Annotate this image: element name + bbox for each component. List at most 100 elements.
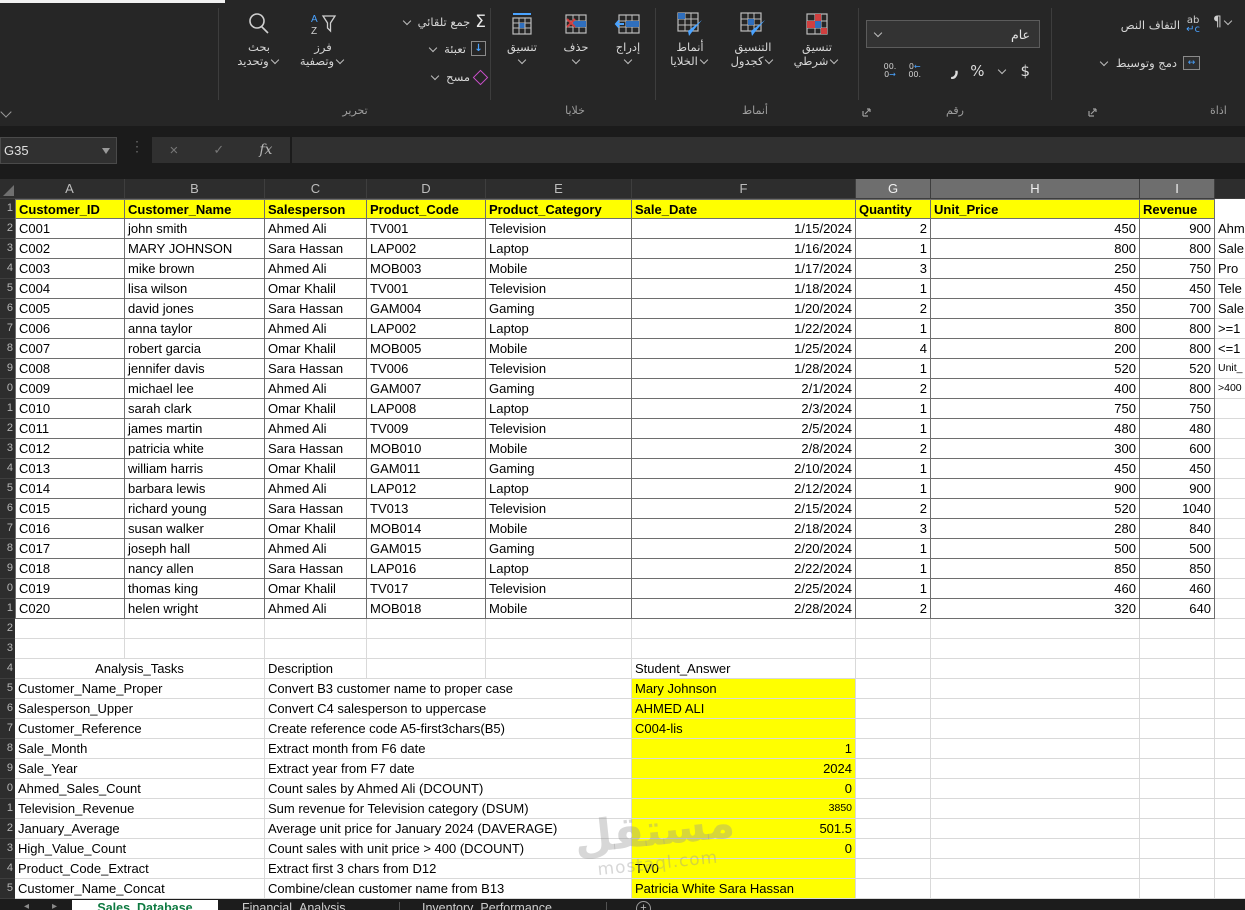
table-cell[interactable]: 2 bbox=[856, 499, 931, 519]
empty-cell[interactable] bbox=[856, 619, 931, 639]
alignment-dialog-launcher-icon[interactable] bbox=[1088, 107, 1098, 117]
table-cell[interactable]: 750 bbox=[1140, 399, 1215, 419]
table-cell[interactable]: C004 bbox=[15, 279, 125, 299]
table-cell[interactable]: joseph hall bbox=[125, 539, 265, 559]
table-cell[interactable]: 2/20/2024 bbox=[632, 539, 856, 559]
increase-decimal-button[interactable]: ←0.00 bbox=[908, 63, 921, 79]
table-cell[interactable]: C014 bbox=[15, 479, 125, 499]
analysis-task-description-cell[interactable]: Convert B3 customer name to proper case bbox=[265, 679, 632, 699]
empty-cell[interactable] bbox=[856, 819, 931, 839]
table-cell[interactable]: 2/8/2024 bbox=[632, 439, 856, 459]
table-cell[interactable]: TV001 bbox=[367, 279, 486, 299]
empty-cell[interactable] bbox=[856, 739, 931, 759]
table-cell[interactable]: 1/20/2024 bbox=[632, 299, 856, 319]
table-cell[interactable]: MOB018 bbox=[367, 599, 486, 619]
sort-filter-button[interactable]: A Z فرز وتصفية bbox=[292, 8, 354, 68]
row-header-13[interactable]: 3 bbox=[0, 439, 15, 459]
table-cell[interactable]: Mobile bbox=[486, 519, 632, 539]
table-cell[interactable]: 1040 bbox=[1140, 499, 1215, 519]
row-header-5[interactable]: 5 bbox=[0, 279, 15, 299]
empty-cell[interactable] bbox=[367, 659, 486, 679]
table-cell[interactable]: Omar Khalil bbox=[265, 399, 367, 419]
decrease-decimal-button[interactable]: .00 →0 bbox=[884, 63, 897, 79]
row-header-10[interactable]: 0 bbox=[0, 379, 15, 399]
empty-cell[interactable] bbox=[1215, 759, 1245, 779]
analysis-task-description-cell[interactable]: Extract month from F6 date bbox=[265, 739, 632, 759]
analysis-answer-header-cell[interactable]: Student_Answer bbox=[632, 659, 856, 679]
table-cell[interactable]: 2 bbox=[856, 599, 931, 619]
table-cell[interactable]: 750 bbox=[1140, 259, 1215, 279]
empty-cell[interactable] bbox=[856, 839, 931, 859]
edge-fragment-cell[interactable]: <=1 bbox=[1215, 339, 1245, 359]
table-cell[interactable]: 350 bbox=[931, 299, 1140, 319]
table-cell[interactable]: 850 bbox=[931, 559, 1140, 579]
name-box[interactable]: G35 bbox=[0, 137, 117, 164]
tab-sales-database[interactable]: Sales_Database bbox=[72, 900, 218, 910]
table-cell[interactable]: 900 bbox=[931, 479, 1140, 499]
column-header-G[interactable]: G bbox=[856, 179, 931, 199]
table-cell[interactable]: 2/12/2024 bbox=[632, 479, 856, 499]
table-header-cell[interactable]: Unit_Price bbox=[931, 199, 1140, 219]
empty-cell[interactable] bbox=[1140, 859, 1215, 879]
table-cell[interactable]: 640 bbox=[1140, 599, 1215, 619]
table-cell[interactable]: james martin bbox=[125, 419, 265, 439]
row-header-24[interactable]: 4 bbox=[0, 659, 15, 679]
add-sheet-icon[interactable]: + bbox=[636, 901, 651, 910]
row-header-33[interactable]: 3 bbox=[0, 839, 15, 859]
table-cell[interactable]: Gaming bbox=[486, 379, 632, 399]
table-cell[interactable]: TV001 bbox=[367, 219, 486, 239]
row-header-20[interactable]: 0 bbox=[0, 579, 15, 599]
column-header-B[interactable]: B bbox=[125, 179, 265, 199]
table-cell[interactable]: Mobile bbox=[486, 339, 632, 359]
empty-cell[interactable] bbox=[1215, 659, 1245, 679]
table-cell[interactable]: TV009 bbox=[367, 419, 486, 439]
table-cell[interactable]: Omar Khalil bbox=[265, 339, 367, 359]
table-cell[interactable]: Sara Hassan bbox=[265, 359, 367, 379]
row-header-6[interactable]: 6 bbox=[0, 299, 15, 319]
table-cell[interactable]: 840 bbox=[1140, 519, 1215, 539]
table-cell[interactable]: sarah clark bbox=[125, 399, 265, 419]
empty-cell[interactable] bbox=[1140, 799, 1215, 819]
table-header-cell[interactable]: Quantity bbox=[856, 199, 931, 219]
empty-cell[interactable] bbox=[931, 699, 1140, 719]
table-cell[interactable]: 460 bbox=[931, 579, 1140, 599]
table-cell[interactable]: Ahmed Ali bbox=[265, 319, 367, 339]
table-cell[interactable]: 3 bbox=[856, 519, 931, 539]
column-header-F[interactable]: F bbox=[632, 179, 856, 199]
table-cell[interactable]: 2/3/2024 bbox=[632, 399, 856, 419]
edge-fragment-cell[interactable]: Ahm bbox=[1215, 219, 1245, 239]
edge-fragment-cell[interactable]: >400 bbox=[1215, 379, 1245, 399]
table-cell[interactable]: MARY JOHNSON bbox=[125, 239, 265, 259]
table-cell[interactable]: C007 bbox=[15, 339, 125, 359]
table-cell[interactable]: 500 bbox=[1140, 539, 1215, 559]
table-cell[interactable]: 1 bbox=[856, 319, 931, 339]
table-header-cell[interactable]: Revenue bbox=[1140, 199, 1215, 219]
analysis-task-name-cell[interactable]: Salesperson_Upper bbox=[15, 699, 265, 719]
empty-cell[interactable] bbox=[1215, 819, 1245, 839]
table-cell[interactable]: Television bbox=[486, 279, 632, 299]
table-cell[interactable]: Television bbox=[486, 219, 632, 239]
table-cell[interactable]: C008 bbox=[15, 359, 125, 379]
empty-cell[interactable] bbox=[1215, 559, 1245, 579]
analysis-task-name-cell[interactable]: Customer_Reference bbox=[15, 719, 265, 739]
analysis-task-description-cell[interactable]: Average unit price for January 2024 (DAV… bbox=[265, 819, 632, 839]
table-cell[interactable]: david jones bbox=[125, 299, 265, 319]
empty-cell[interactable] bbox=[931, 759, 1140, 779]
table-cell[interactable]: 450 bbox=[1140, 459, 1215, 479]
empty-cell[interactable] bbox=[1215, 699, 1245, 719]
name-box-dropdown-icon[interactable] bbox=[102, 147, 110, 154]
edge-fragment-cell[interactable]: Sale bbox=[1215, 239, 1245, 259]
table-cell[interactable]: C011 bbox=[15, 419, 125, 439]
table-cell[interactable]: 200 bbox=[931, 339, 1140, 359]
analysis-task-description-cell[interactable]: Count sales by Ahmed Ali (DCOUNT) bbox=[265, 779, 632, 799]
empty-cell[interactable] bbox=[1215, 739, 1245, 759]
table-cell[interactable]: Laptop bbox=[486, 399, 632, 419]
format-as-table-button[interactable]: التنسيق كجدول bbox=[722, 8, 784, 68]
table-cell[interactable]: C016 bbox=[15, 519, 125, 539]
empty-cell[interactable] bbox=[1215, 839, 1245, 859]
table-cell[interactable]: 900 bbox=[1140, 219, 1215, 239]
empty-cell[interactable] bbox=[1140, 739, 1215, 759]
table-cell[interactable]: 500 bbox=[931, 539, 1140, 559]
edge-fragment-cell[interactable]: Sale bbox=[1215, 299, 1245, 319]
table-cell[interactable]: Gaming bbox=[486, 539, 632, 559]
